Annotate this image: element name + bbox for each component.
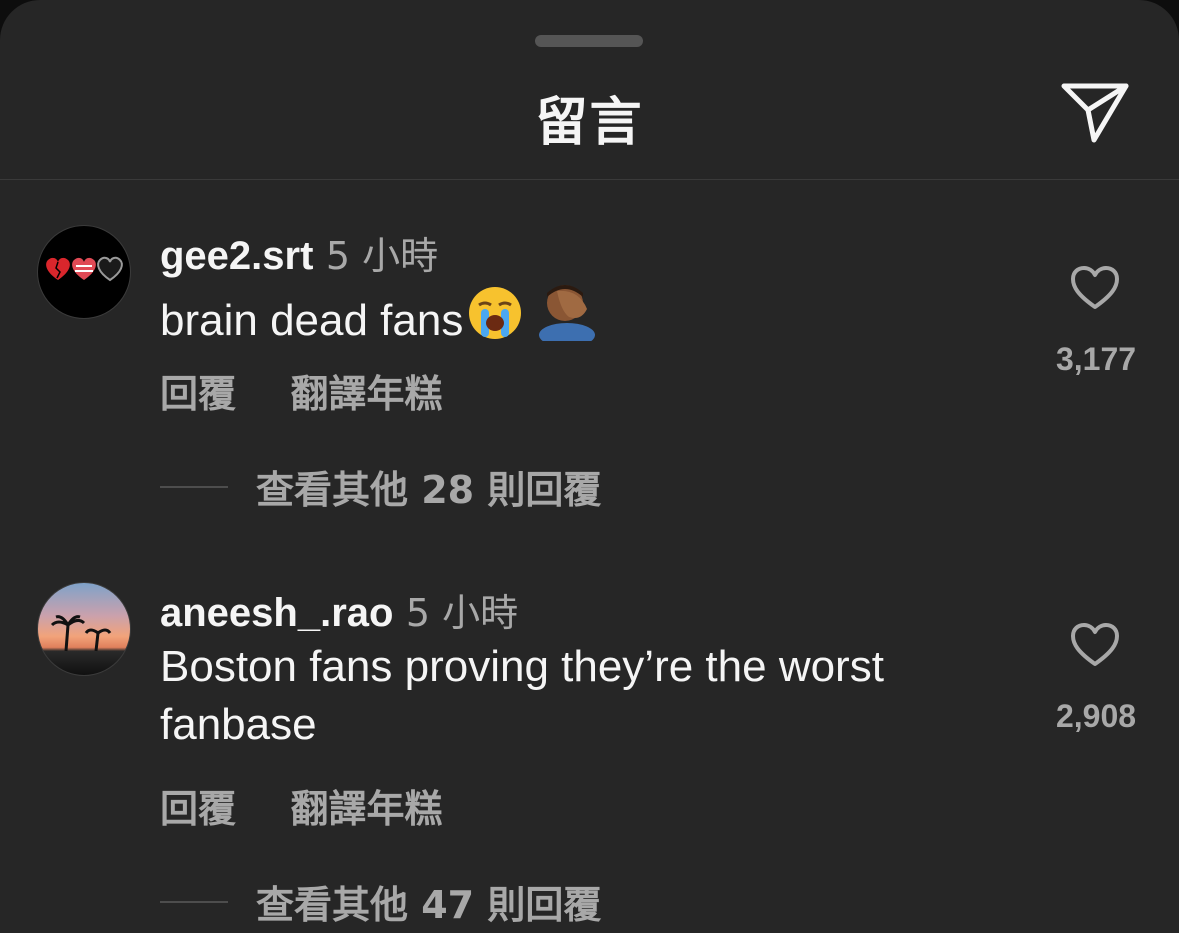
heart-icon[interactable] <box>1070 622 1120 668</box>
username[interactable]: aneesh_.rao <box>160 591 393 635</box>
comment-text: Boston fans proving they’re the worst fa… <box>160 642 884 749</box>
view-more-replies[interactable]: 查看其他 47 則回覆 <box>160 874 601 929</box>
sheet-title: 留言 <box>535 93 644 153</box>
reply-button[interactable]: 回覆 <box>160 372 236 416</box>
timestamp: 5 小時 <box>405 591 519 635</box>
view-more-replies-label: 查看其他 28 則回覆 <box>256 468 602 512</box>
like-control: 2,908 <box>1056 622 1136 734</box>
comment-item: aneesh_.rao 5 小時 Boston fans proving the… <box>0 582 1179 933</box>
avatar[interactable] <box>37 582 131 676</box>
view-more-replies-label: 查看其他 47 則回覆 <box>256 883 602 927</box>
comment-actions: 回覆 翻譯年糕 <box>160 363 492 418</box>
like-count: 3,177 <box>1055 341 1137 377</box>
drag-handle[interactable] <box>535 35 643 47</box>
translate-button[interactable]: 翻譯年糕 <box>290 787 442 831</box>
replies-line <box>160 900 228 903</box>
header-divider <box>0 179 1179 180</box>
comment-meta: aneesh_.rao 5 小時 <box>160 582 518 637</box>
replies-line <box>160 485 228 488</box>
username[interactable]: gee2.srt <box>160 234 313 278</box>
comment-text: brain dead fans <box>160 281 1000 356</box>
like-control: 3,177 <box>1056 265 1136 377</box>
hearts-avatar-icon <box>46 256 123 282</box>
loudly-crying-face-icon <box>467 285 523 356</box>
translate-button[interactable]: 翻譯年糕 <box>290 372 442 416</box>
comments-sheet: 留言 gee2.srt 5 小時 brain dead fans 回覆 翻譯年糕… <box>0 0 1179 933</box>
comment-actions: 回覆 翻譯年糕 <box>160 778 492 833</box>
comment-item: gee2.srt 5 小時 brain dead fans 回覆 翻譯年糕 3,… <box>0 225 1179 515</box>
timestamp: 5 小時 <box>325 234 439 278</box>
heart-icon[interactable] <box>1070 265 1120 311</box>
man-facepalming-icon <box>535 281 599 356</box>
reply-button[interactable]: 回覆 <box>160 787 236 831</box>
comment-text-content: brain dead fans <box>160 296 464 345</box>
comment-meta: gee2.srt 5 小時 <box>160 225 438 280</box>
paper-plane-icon[interactable] <box>1060 82 1130 144</box>
sunset-palms-avatar-icon <box>50 615 112 652</box>
like-count: 2,908 <box>1055 698 1137 734</box>
avatar[interactable] <box>37 225 131 319</box>
view-more-replies[interactable]: 查看其他 28 則回覆 <box>160 459 601 514</box>
